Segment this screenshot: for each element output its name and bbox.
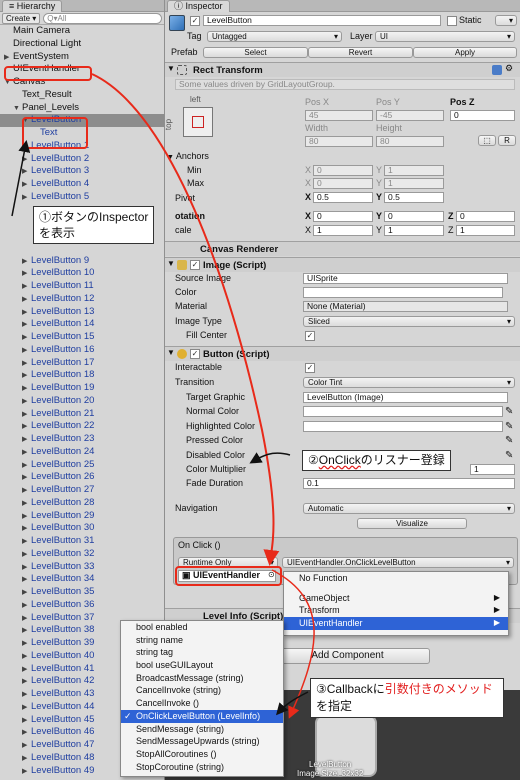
annotation-step3-a: ③Callbackに [316, 682, 385, 696]
annotation-step2: ②OnClickのリスナー登録 [302, 450, 451, 471]
eyedropper-icon[interactable]: ✎ [505, 435, 513, 446]
annotation-step2-text: のリスナー登録 [360, 453, 445, 467]
arrow-to-onclick [249, 452, 291, 464]
annotation-step1: ①ボタンのInspector を表示 [33, 206, 155, 244]
annotation-arrows [11, 73, 315, 719]
eyedropper-icon[interactable]: ✎ [505, 450, 513, 461]
annotation-step2-onclick: OnClick [318, 453, 361, 467]
arrow-level-to-menu [271, 569, 315, 719]
annotation-step1-line2: を表示 [39, 226, 76, 240]
eyedropper-icon[interactable]: ✎ [505, 406, 513, 417]
annotation-step3: ③Callbackに引数付きのメソッドを指定 [310, 678, 504, 718]
annotation-step1-line1: ①ボタンのInspector [39, 210, 149, 224]
annotation-step3-c: ソッド [456, 682, 493, 696]
arrow-handler-to-object [91, 73, 280, 566]
eyedropper-icon[interactable]: ✎ [505, 421, 513, 432]
annotation-step2-num: ② [308, 453, 319, 467]
annotation-step3-d: を指定 [316, 699, 353, 713]
arrow-to-levelbutton [11, 140, 31, 217]
annotation-step3-b: 引数付きのメ [384, 682, 457, 696]
